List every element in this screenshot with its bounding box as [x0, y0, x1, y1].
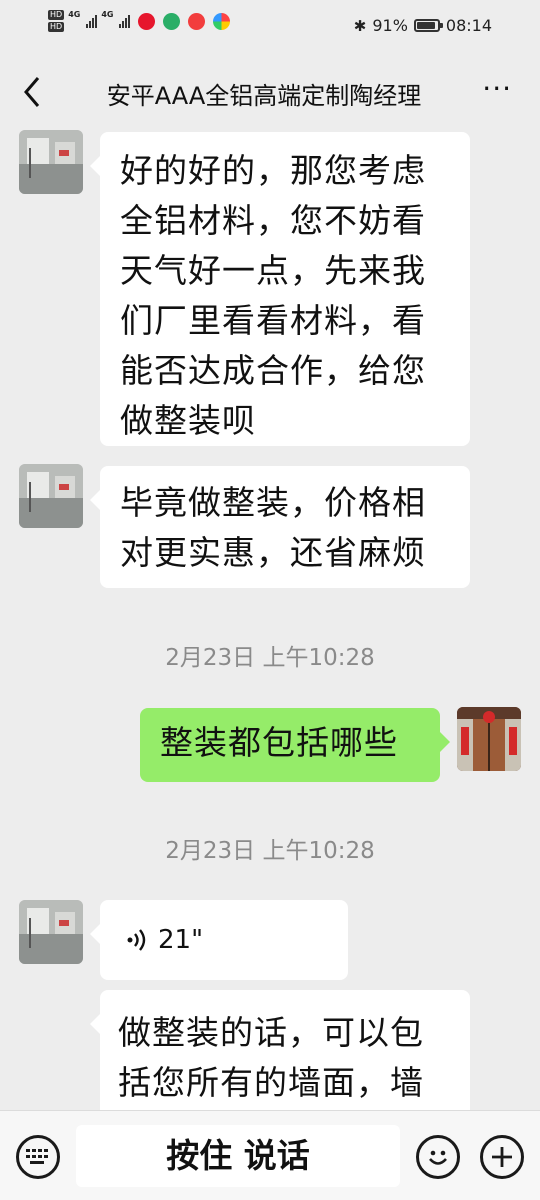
voice-message-bubble[interactable]: 21" — [90, 900, 348, 980]
back-button[interactable] — [18, 74, 48, 110]
network-type-1: 4G — [68, 10, 81, 19]
message-text: 整装都包括哪些 — [160, 723, 398, 762]
message-bubble-incoming[interactable]: 好的好的，那您考虑全铝材料，您不妨看天气好一点，先来我们厂里看看材料，看能否达成… — [90, 132, 470, 446]
status-left: HD HD 4G 4G — [48, 10, 231, 32]
contact-avatar-image — [19, 464, 83, 528]
emoji-icon — [429, 1150, 447, 1165]
status-bar: HD HD 4G 4G ✱ 91% 08:14 — [0, 0, 540, 54]
message-text: 做整装的话，可以包括您所有的墙面，墙面等活，背景墙装饰 — [118, 1013, 424, 1102]
more-functions-button[interactable] — [480, 1135, 524, 1179]
battery-percent: 91% — [372, 16, 408, 35]
message-bubble-incoming[interactable]: 做整装的话，可以包括您所有的墙面，墙面等活，背景墙装饰 — [90, 990, 470, 1110]
message-text: 好的好的，那您考虑全铝材料，您不妨看天气好一点，先来我们厂里看看材料，看能否达成… — [120, 151, 426, 440]
timestamp: 2月23日 上午10:28 — [165, 645, 375, 671]
avatar[interactable] — [19, 900, 83, 964]
avatar[interactable] — [19, 464, 83, 528]
weibo-icon — [138, 12, 156, 30]
message-text: 毕竟做整装，价格相对更实惠，还省麻烦 — [120, 483, 426, 572]
contact-avatar-image — [19, 900, 83, 964]
location-app-icon — [188, 12, 206, 30]
voice-wave-icon — [127, 929, 146, 951]
status-right: ✱ 91% 08:14 — [354, 16, 492, 35]
network-type-2: 4G — [101, 10, 114, 19]
hd-badge-2: HD — [48, 22, 65, 32]
keyboard-icon — [26, 1149, 48, 1164]
clock: 08:14 — [445, 16, 492, 35]
chevron-left-icon — [24, 77, 40, 107]
chat-header: 安平AAA全铝高端定制陶经理 ··· — [0, 54, 540, 130]
signal-icon — [86, 14, 98, 28]
bluetooth-icon: ✱ — [353, 16, 367, 35]
chat-list[interactable]: 好的好的，那您考虑全铝材料，您不妨看天气好一点，先来我们厂里看看材料，看能否达成… — [0, 130, 540, 1110]
avatar[interactable] — [19, 130, 83, 194]
message-bubble-outgoing[interactable]: 整装都包括哪些 — [140, 708, 450, 782]
hd-badges: HD HD — [48, 10, 65, 32]
wechat-icon — [163, 12, 181, 30]
emoji-button[interactable] — [416, 1135, 460, 1179]
plus-icon — [492, 1147, 512, 1167]
hd-badge-1: HD — [48, 10, 65, 20]
battery-fill — [416, 22, 435, 29]
keyboard-toggle-button[interactable] — [16, 1135, 60, 1179]
signal-icon-2 — [119, 14, 131, 28]
chat-title: 安平AAA全铝高端定制陶经理 — [106, 82, 422, 110]
colorful-app-icon — [213, 12, 231, 30]
self-avatar-image — [457, 707, 521, 771]
timestamp: 2月23日 上午10:28 — [165, 838, 375, 864]
more-options-button[interactable]: ··· — [482, 72, 512, 105]
input-bar: 按住 说话 — [0, 1110, 540, 1200]
voice-message: 21" — [126, 900, 322, 980]
battery-icon — [413, 19, 443, 32]
contact-avatar-image — [19, 130, 83, 194]
avatar-self[interactable] — [457, 707, 521, 771]
message-bubble-incoming[interactable]: 毕竟做整装，价格相对更实惠，还省麻烦 — [90, 466, 470, 588]
hold-to-talk-button[interactable]: 按住 说话 — [76, 1125, 400, 1187]
voice-duration: 21" — [158, 925, 204, 955]
